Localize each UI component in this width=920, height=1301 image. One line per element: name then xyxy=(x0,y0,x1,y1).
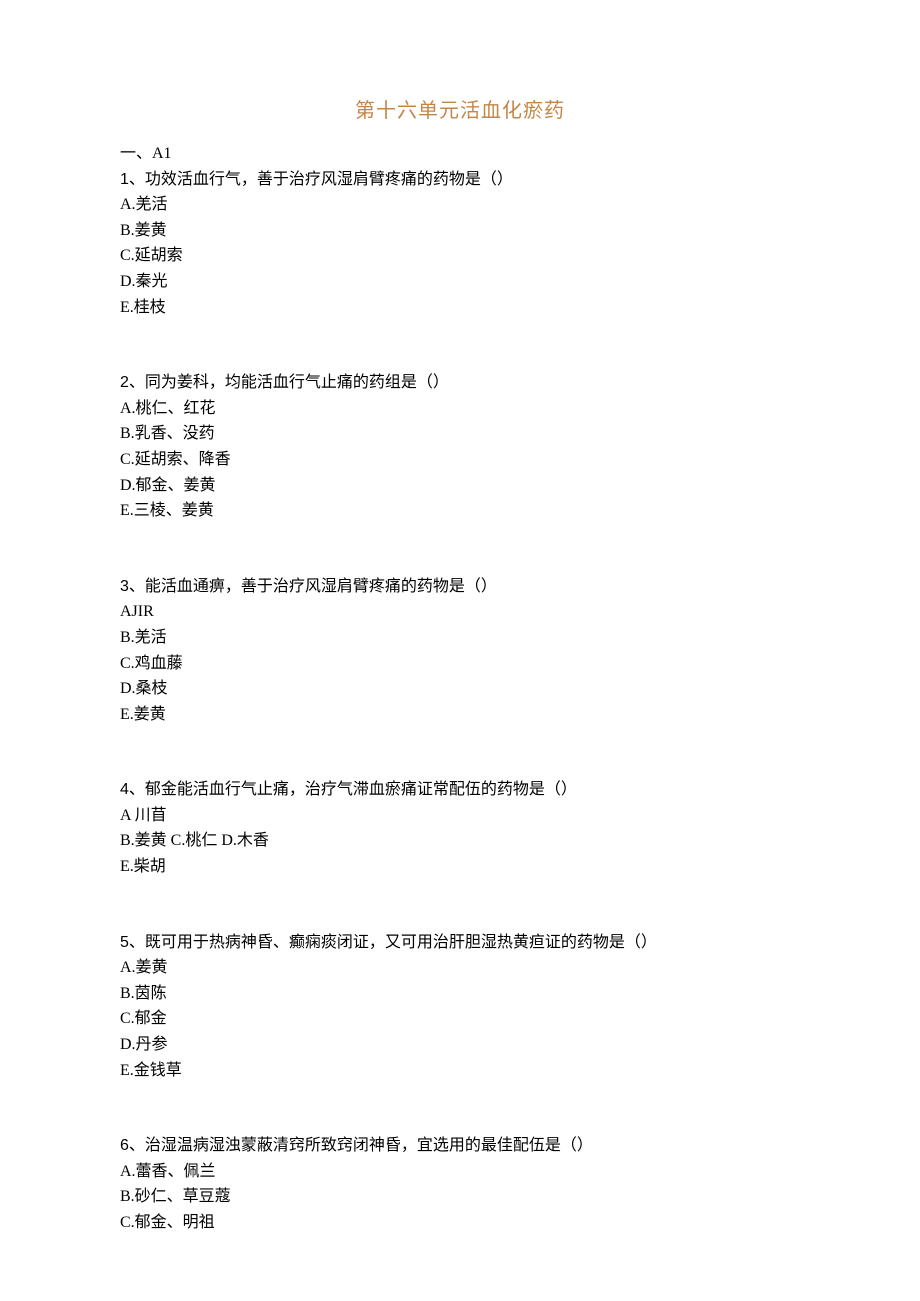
option: B.羌活 xyxy=(120,625,800,651)
option: E.三棱、姜黄 xyxy=(120,498,800,524)
option: A.羌活 xyxy=(120,192,800,218)
question-number: 1 xyxy=(120,171,129,188)
option: B.姜黄 C.桃仁 D.木香 xyxy=(120,828,800,854)
document-page: 第十六单元活血化瘀药 一、A1 1、功效活血行气，善于治疗风湿肩臂疼痛的药物是（… xyxy=(0,0,920,1276)
option: C.延胡索、降香 xyxy=(120,447,800,473)
option: B.乳香、没药 xyxy=(120,421,800,447)
option: A.桃仁、红花 xyxy=(120,396,800,422)
question-stem: 5、既可用于热病神昏、癫痫痰闭证，又可用治肝胆湿热黄疸证的药物是（） xyxy=(120,930,800,956)
question-block: 4、郁金能活血行气止痛，治疗气滞血瘀痛证常配伍的药物是（） A 川苜 B.姜黄 … xyxy=(120,777,800,879)
question-text: 、治湿温病湿浊蒙蔽清窍所致窍闭神昏，宜选用的最佳配伍是（） xyxy=(129,1137,593,1154)
option: C.延胡索 xyxy=(120,243,800,269)
question-text: 、郁金能活血行气止痛，治疗气滞血瘀痛证常配伍的药物是（） xyxy=(129,781,577,798)
option: B.姜黄 xyxy=(120,218,800,244)
question-number: 3 xyxy=(120,578,129,595)
option: C.郁金 xyxy=(120,1006,800,1032)
question-block: 1、功效活血行气，善于治疗风湿肩臂疼痛的药物是（） A.羌活 B.姜黄 C.延胡… xyxy=(120,167,800,321)
question-number: 6 xyxy=(120,1137,129,1154)
question-text: 、同为姜科，均能活血行气止痛的药组是（） xyxy=(129,374,449,391)
question-block: 5、既可用于热病神昏、癫痫痰闭证，又可用治肝胆湿热黄疸证的药物是（） A.姜黄 … xyxy=(120,930,800,1084)
option: D.郁金、姜黄 xyxy=(120,473,800,499)
option: AJIR xyxy=(120,599,800,625)
section-heading: 一、A1 xyxy=(120,141,800,167)
question-text: 、功效活血行气，善于治疗风湿肩臂疼痛的药物是（） xyxy=(129,171,513,188)
option: E.姜黄 xyxy=(120,702,800,728)
question-stem: 1、功效活血行气，善于治疗风湿肩臂疼痛的药物是（） xyxy=(120,167,800,193)
question-text: 、既可用于热病神昏、癫痫痰闭证，又可用治肝胆湿热黄疸证的药物是（） xyxy=(129,934,657,951)
question-block: 3、能活血通痹，善于治疗风湿肩臂疼痛的药物是（） AJIR B.羌活 C.鸡血藤… xyxy=(120,574,800,728)
question-number: 4 xyxy=(120,781,129,798)
option: A 川苜 xyxy=(120,803,800,829)
question-block: 6、治湿温病湿浊蒙蔽清窍所致窍闭神昏，宜选用的最佳配伍是（） A.蕾香、佩兰 B… xyxy=(120,1133,800,1235)
option: B.砂仁、草豆蔻 xyxy=(120,1184,800,1210)
question-stem: 6、治湿温病湿浊蒙蔽清窍所致窍闭神昏，宜选用的最佳配伍是（） xyxy=(120,1133,800,1159)
option: D.秦光 xyxy=(120,269,800,295)
question-stem: 2、同为姜科，均能活血行气止痛的药组是（） xyxy=(120,370,800,396)
question-text: 、能活血通痹，善于治疗风湿肩臂疼痛的药物是（） xyxy=(129,578,497,595)
option: D.桑枝 xyxy=(120,676,800,702)
option: C.鸡血藤 xyxy=(120,651,800,677)
page-title: 第十六单元活血化瘀药 xyxy=(120,95,800,127)
option: D.丹参 xyxy=(120,1032,800,1058)
option: E.桂枝 xyxy=(120,295,800,321)
option: E.柴胡 xyxy=(120,854,800,880)
question-stem: 4、郁金能活血行气止痛，治疗气滞血瘀痛证常配伍的药物是（） xyxy=(120,777,800,803)
question-block: 2、同为姜科，均能活血行气止痛的药组是（） A.桃仁、红花 B.乳香、没药 C.… xyxy=(120,370,800,524)
option: A.蕾香、佩兰 xyxy=(120,1159,800,1185)
option: E.金钱草 xyxy=(120,1058,800,1084)
question-number: 2 xyxy=(120,374,129,391)
option: A.姜黄 xyxy=(120,955,800,981)
question-number: 5 xyxy=(120,934,129,951)
option: B.茵陈 xyxy=(120,981,800,1007)
option: C.郁金、明祖 xyxy=(120,1210,800,1236)
question-stem: 3、能活血通痹，善于治疗风湿肩臂疼痛的药物是（） xyxy=(120,574,800,600)
